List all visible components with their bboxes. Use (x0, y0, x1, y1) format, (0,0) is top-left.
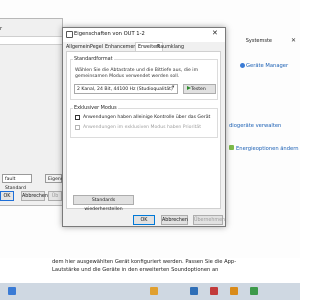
standard-format-title: Standardformat (73, 56, 114, 62)
sound-apply-button[interactable]: Üb (48, 191, 62, 201)
description-line-1: dem hier ausgewählten Gerät konfiguriert… (52, 259, 237, 265)
apply-button[interactable]: Übernehmen (193, 215, 225, 225)
exclusive-mode-group (70, 108, 218, 138)
settings-window-title: Systemste (245, 38, 272, 44)
sound-ok-button[interactable]: OK (0, 191, 14, 201)
exclusive-priority-checkbox[interactable] (75, 125, 80, 130)
app-icon-4[interactable] (250, 287, 258, 295)
sound-cancel-button[interactable]: Abbrechen (21, 191, 48, 201)
folder-icon[interactable] (150, 287, 158, 295)
description-line-2: Lautstärke und die Geräte in den erweite… (52, 266, 219, 273)
power-options-icon (229, 145, 234, 150)
properties-button[interactable]: Eigens (45, 174, 63, 183)
sound-dialog-tabbar (0, 36, 62, 45)
app-icon[interactable] (190, 287, 198, 295)
restore-defaults-button[interactable]: Standards wiederherstellen (73, 195, 134, 212)
test-button-label: Testen (191, 87, 206, 92)
manage-audio-devices-link[interactable]: diogeräte verwalten (229, 123, 281, 129)
app-icon-3[interactable] (230, 287, 238, 295)
exclusive-priority-label: Anwendungen im exklusiven Modus haben Pr… (83, 125, 202, 130)
device-manager-icon (240, 63, 245, 68)
play-icon (187, 86, 191, 90)
chevron-down-icon: ▾ (172, 85, 175, 90)
sound-dialog-title: r (0, 26, 3, 32)
exclusive-mode-title: Exklusiver Modus (73, 105, 118, 111)
speaker-icon (66, 31, 73, 38)
power-options-link[interactable]: Energieoptionen ändern (236, 146, 299, 152)
dialog-title: Eigenschaften von OUT 1-2 (74, 31, 145, 37)
close-icon[interactable]: ✕ (291, 37, 296, 44)
format-dropdown[interactable]: 2 Kanal, 24 Bit, 44100 Hz (Studioqualitä… (74, 84, 178, 94)
close-icon[interactable]: ✕ (212, 29, 218, 37)
ok-button[interactable]: OK (133, 215, 155, 225)
exclusive-control-checkbox[interactable] (75, 115, 80, 120)
cancel-button[interactable]: Abbrechen (161, 215, 188, 225)
device-manager-link[interactable]: Geräte Manager (246, 63, 288, 69)
start-icon[interactable] (8, 287, 16, 295)
exclusive-control-label: Anwendungen haben alleinige Kontrolle üb… (83, 115, 211, 120)
standard-format-description: Wählen Sie die Abtastrate und die Bittie… (75, 68, 199, 79)
set-default-dropdown[interactable]: fault Standard (2, 174, 32, 191)
sound-settings-description: dem hier ausgewählten Gerät konfiguriert… (52, 259, 290, 274)
app-icon-2[interactable] (210, 287, 218, 295)
